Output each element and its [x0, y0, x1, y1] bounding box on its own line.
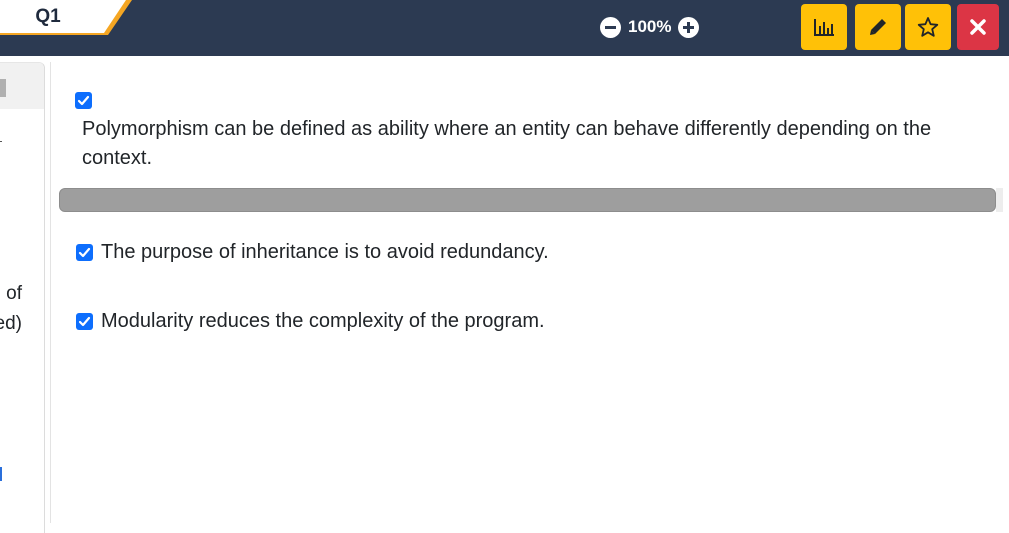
option-label: The purpose of inheritance is to avoid r… [101, 241, 549, 263]
sidebar-link-marker [0, 467, 2, 481]
plus-icon [683, 21, 695, 33]
star-icon [917, 17, 939, 37]
check-icon [78, 316, 91, 327]
zoom-level: 100% [628, 17, 672, 36]
close-icon [970, 19, 986, 35]
content-divider [50, 62, 51, 523]
favorite-button[interactable] [905, 4, 951, 50]
stats-button[interactable] [801, 4, 847, 50]
resize-handle-bar[interactable] [59, 188, 996, 212]
pencil-icon [870, 19, 886, 35]
sidebar-active-item[interactable] [0, 63, 44, 109]
chart-icon [814, 19, 834, 36]
question-sidebar: of ed) [0, 62, 45, 533]
check-icon [78, 247, 91, 258]
question-text: Polymorphism can be defined as ability w… [82, 118, 932, 169]
resize-handle-edge [996, 188, 1003, 212]
top-bar: Q1 100% [0, 0, 1009, 56]
option-checkbox[interactable] [76, 244, 93, 261]
sidebar-text-fragment: ed) [0, 313, 22, 334]
minus-icon [605, 25, 616, 29]
zoom-out-button[interactable] [600, 16, 621, 38]
question-tab-label: Q1 [35, 6, 61, 27]
option-label: Modularity reduces the complexity of the… [101, 310, 545, 332]
option-checkbox[interactable] [76, 313, 93, 330]
zoom-control: 100% [600, 14, 700, 40]
sidebar-divider [0, 141, 2, 142]
question-tab[interactable]: Q1 [0, 0, 132, 35]
sidebar-item-marker [0, 79, 6, 97]
close-button[interactable] [957, 4, 999, 50]
question-checkbox[interactable] [75, 92, 92, 109]
check-icon [77, 95, 90, 106]
edit-button[interactable] [855, 4, 901, 50]
zoom-in-button[interactable] [678, 16, 700, 38]
sidebar-text-fragment: of [6, 283, 22, 304]
